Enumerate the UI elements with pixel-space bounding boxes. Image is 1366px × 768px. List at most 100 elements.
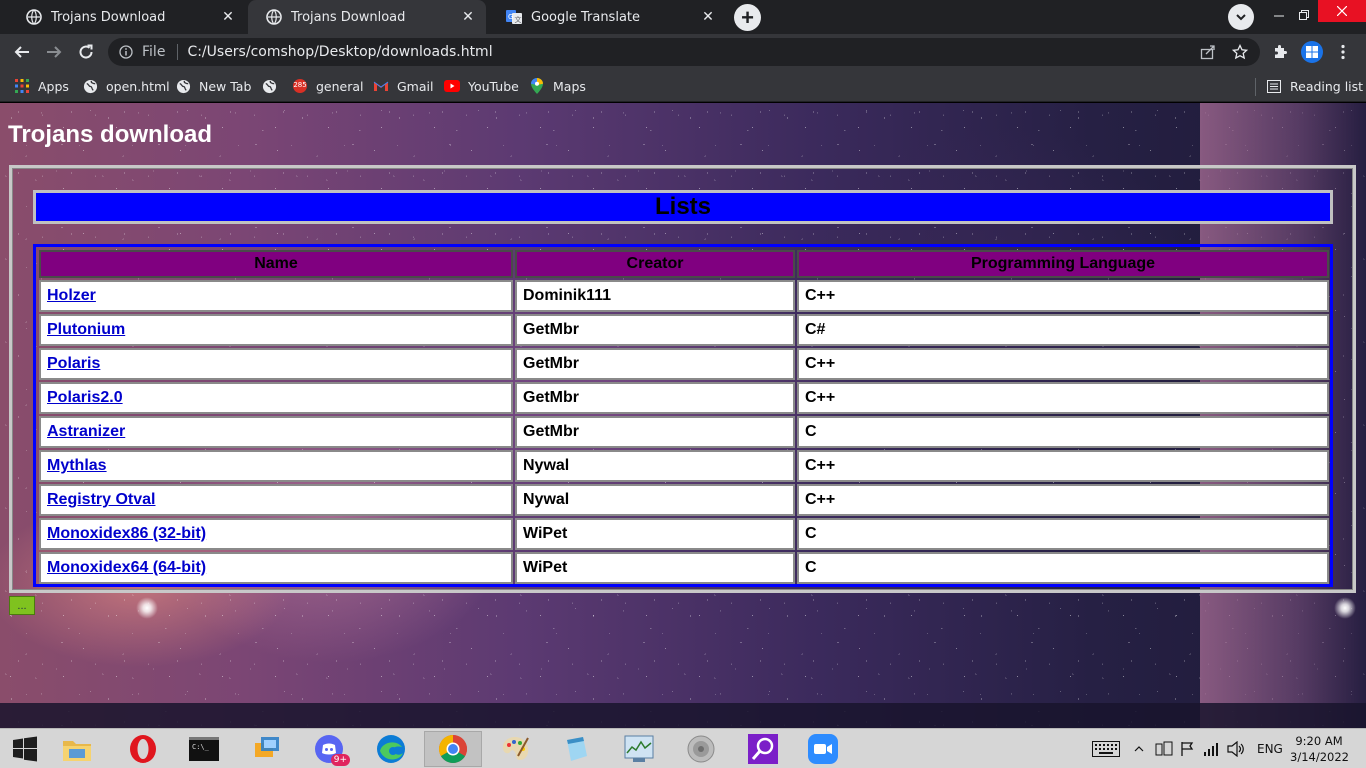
taskbar-zoom[interactable] [796, 731, 850, 767]
close-window-button[interactable] [1318, 0, 1366, 22]
trojan-link[interactable]: Plutonium [47, 321, 125, 338]
trojan-link[interactable]: Holzer [47, 287, 96, 304]
reload-button[interactable] [74, 40, 98, 64]
cell-creator: GetMbr [515, 348, 795, 380]
new-tab-button[interactable]: + [734, 4, 761, 31]
svg-text:G: G [508, 13, 513, 21]
info-icon[interactable] [118, 44, 134, 60]
trojan-link[interactable]: Polaris2.0 [47, 389, 123, 406]
restore-button[interactable] [1293, 0, 1315, 30]
taskbar-paint[interactable] [488, 731, 542, 767]
bookmark-apps[interactable]: Apps [14, 76, 69, 96]
chevron-up-icon [1134, 746, 1144, 752]
trojans-table-container: Name Creator Programming Language Holzer… [33, 244, 1333, 587]
bookmark-general[interactable]: 285 general [292, 76, 364, 96]
bookmark-label: New Tab [199, 78, 252, 94]
cell-creator: Nywal [515, 450, 795, 482]
browser-menu-button[interactable] [1331, 40, 1355, 64]
discord-badge: 9+ [330, 754, 350, 766]
taskbar-edge[interactable] [364, 731, 418, 767]
url-text[interactable]: C:/Users/comshop/Desktop/downloads.html [187, 44, 492, 60]
taskbar-command-prompt[interactable]: C:\_ [177, 731, 231, 767]
cell-name: Mythlas [39, 450, 513, 482]
trojan-link[interactable]: Astranizer [47, 423, 125, 440]
taskbar-opera[interactable] [116, 731, 170, 767]
trojan-link[interactable]: Registry Otval [47, 491, 155, 508]
tab-search-button[interactable] [1228, 4, 1254, 30]
reading-list-label: Reading list [1290, 78, 1364, 94]
table-row: Astranizer GetMbr C [39, 416, 1329, 448]
clock-date: 3/14/2022 [1290, 750, 1349, 764]
taskbar-chrome[interactable] [424, 731, 482, 767]
cell-creator: WiPet [515, 552, 795, 584]
cell-name: Monoxidex64 (64-bit) [39, 552, 513, 584]
reading-list-button[interactable]: Reading list [1266, 76, 1363, 96]
background-band [0, 703, 1366, 728]
trojan-link[interactable]: Polaris [47, 355, 100, 372]
close-tab-icon[interactable]: ✕ [220, 9, 236, 25]
table-row: Polaris2.0 GetMbr C++ [39, 382, 1329, 414]
show-hidden-icons-button[interactable] [1134, 729, 1144, 768]
bookmark-maps[interactable]: Maps [529, 76, 586, 96]
windows-taskbar: C:\_ 9+ ENG 9:20 AM 3/14/2022 [0, 728, 1366, 768]
profile-avatar[interactable] [1301, 41, 1323, 63]
puzzle-icon [1275, 45, 1287, 58]
trojan-link[interactable]: Mythlas [47, 457, 107, 474]
volume-control[interactable] [1227, 729, 1245, 768]
bookmark-gmail[interactable]: Gmail [373, 76, 433, 96]
address-bar[interactable]: File C:/Users/comshop/Desktop/downloads.… [108, 38, 1260, 66]
bookmarks-bar: Apps open.html New Tab 285 general Gmail [0, 70, 1366, 102]
tab-title: Trojans Download [291, 9, 406, 25]
trojan-link[interactable]: Monoxidex64 (64-bit) [47, 559, 206, 576]
taskbar-file-explorer[interactable] [50, 731, 104, 767]
apps-grid-icon [14, 78, 30, 94]
input-language[interactable]: ENG [1257, 729, 1283, 768]
taskbar-discord[interactable]: 9+ [302, 731, 356, 767]
reading-list-icon [1266, 78, 1282, 94]
close-tab-icon[interactable]: ✕ [460, 9, 476, 25]
bookmark-label: YouTube [468, 78, 519, 94]
taskbar-sound[interactable] [674, 731, 728, 767]
folder-icon [63, 741, 91, 761]
trojans-table: Name Creator Programming Language Holzer… [37, 248, 1331, 586]
trojan-link[interactable]: Monoxidex86 (32-bit) [47, 525, 206, 542]
tab-google-translate[interactable]: G文 Google Translate ✕ [488, 0, 726, 34]
cell-creator: GetMbr [515, 314, 795, 346]
minimize-button[interactable] [1267, 0, 1291, 30]
table-header-row: Name Creator Programming Language [39, 250, 1329, 278]
devices-tray-icon[interactable] [1155, 729, 1173, 768]
volume-icon [1227, 741, 1244, 757]
network-status[interactable] [1203, 729, 1219, 768]
touch-keyboard-button[interactable] [1092, 729, 1120, 768]
cell-language: C [797, 416, 1329, 448]
bookmark-star-button[interactable] [1228, 40, 1252, 64]
close-tab-icon[interactable]: ✕ [700, 9, 716, 25]
globe-icon [175, 78, 191, 94]
action-center-flag[interactable] [1180, 729, 1194, 768]
table-row: Monoxidex64 (64-bit) WiPet C [39, 552, 1329, 584]
speaker-icon [687, 735, 715, 763]
start-button[interactable] [0, 731, 50, 767]
taskbar-task-manager[interactable] [612, 731, 666, 767]
bookmark-new-tab[interactable]: New Tab [175, 76, 251, 96]
taskbar-magnifier[interactable] [736, 731, 790, 767]
google-translate-icon: G文 [506, 9, 522, 25]
share-button[interactable] [1196, 40, 1220, 64]
tab-trojans-download-2[interactable]: Trojans Download ✕ [248, 0, 486, 34]
bookmark-youtube[interactable]: YouTube [444, 76, 519, 96]
globe-icon [261, 78, 277, 94]
extensions-button[interactable] [1268, 40, 1292, 64]
more-button[interactable]: ... [9, 596, 35, 615]
bookmark-label: open.html [106, 78, 170, 94]
star-icon [1232, 44, 1248, 60]
forward-button[interactable] [42, 40, 66, 64]
taskbar-notepad[interactable] [550, 731, 604, 767]
task-manager-icon [624, 735, 654, 762]
bookmark-open-html[interactable]: open.html [82, 76, 170, 96]
cell-name: Plutonium [39, 314, 513, 346]
bookmark-unnamed[interactable] [261, 76, 285, 96]
back-button[interactable] [10, 40, 34, 64]
tab-trojans-download-1[interactable]: Trojans Download ✕ [8, 0, 246, 34]
taskbar-network[interactable] [240, 731, 294, 767]
system-clock[interactable]: 9:20 AM 3/14/2022 [1290, 733, 1349, 765]
